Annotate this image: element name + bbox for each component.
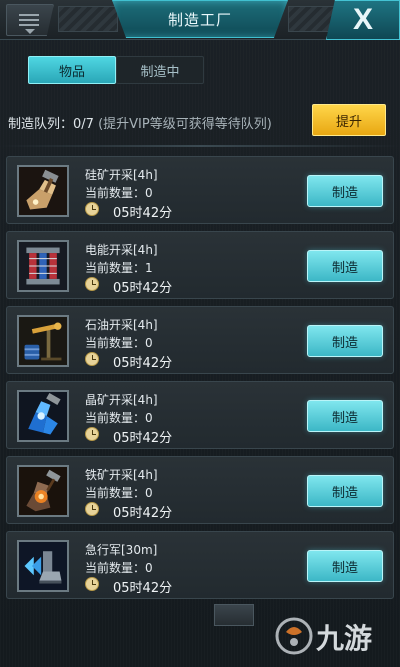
make-button-label: 制造 [331, 185, 358, 201]
upgrade-label: 提升 [335, 114, 362, 130]
item-quantity: 当前数量：0 [85, 336, 153, 350]
make-button-label: 制造 [331, 260, 358, 276]
crystal-ore-icon [17, 390, 69, 442]
make-button-label: 制造 [331, 485, 358, 501]
item-name: 电能开采[4h] [85, 243, 158, 257]
queue-label: 制造队列： [8, 117, 74, 132]
tab-producing[interactable]: 制造中 [116, 56, 204, 84]
make-button[interactable]: 制造 [307, 475, 383, 507]
queue-note: (提升VIP等级可获得等待队列) [98, 117, 272, 132]
clock-icon [85, 277, 99, 291]
item-name: 铁矿开采[4h] [85, 468, 158, 482]
page-title: 制造工厂 [167, 10, 232, 29]
item-name: 急行军[30m] [85, 543, 158, 557]
list-item: 电能开采[4h] 当前数量：1 05时42分 制造 [6, 231, 394, 299]
item-quantity: 当前数量：0 [85, 411, 153, 425]
list-item: 石油开采[4h] 当前数量：0 05时42分 制造 [6, 306, 394, 374]
item-quantity: 当前数量：0 [85, 561, 153, 575]
clock-icon [85, 427, 99, 441]
close-icon: X [352, 3, 373, 36]
oil-pump-icon [17, 315, 69, 367]
watermark-logo: 九游 [272, 612, 394, 660]
item-name: 石油开采[4h] [85, 318, 158, 332]
clock-icon [85, 577, 99, 591]
list-item: 铁矿开采[4h] 当前数量：0 05时42分 制造 [6, 456, 394, 524]
make-button-label: 制造 [331, 410, 358, 426]
list-item: 硅矿开采[4h] 当前数量：0 05时42分 制造 [6, 156, 394, 224]
queue-status: 制造队列：0/7 (提升VIP等级可获得等待队列) [8, 113, 308, 133]
header-decoration [58, 6, 118, 32]
electric-coil-icon [17, 240, 69, 292]
item-time: 05时42分 [113, 356, 173, 371]
item-quantity: 当前数量：0 [85, 186, 153, 200]
item-quantity: 当前数量：0 [85, 486, 153, 500]
make-button[interactable]: 制造 [307, 550, 383, 582]
item-time: 05时42分 [113, 431, 173, 446]
make-button[interactable]: 制造 [307, 325, 383, 357]
tab-items-label: 物品 [58, 64, 85, 80]
upgrade-button[interactable]: 提升 [312, 104, 386, 136]
speed-boots-icon [17, 540, 69, 592]
item-name: 晶矿开采[4h] [85, 393, 158, 407]
svg-text:九游: 九游 [316, 622, 372, 655]
menu-icon [19, 14, 39, 16]
title-plate: 制造工厂 [112, 0, 288, 38]
close-button[interactable]: X [326, 0, 400, 40]
menu-icon-line [19, 24, 39, 26]
item-quantity: 当前数量：1 [85, 261, 153, 275]
clock-icon [85, 202, 99, 216]
item-time: 05时42分 [113, 506, 173, 521]
item-time: 05时42分 [113, 206, 173, 221]
clock-icon [85, 502, 99, 516]
iron-ore-icon [17, 465, 69, 517]
bottom-partial-button[interactable] [214, 604, 254, 626]
chevron-down-icon [25, 29, 35, 34]
tab-producing-label: 制造中 [140, 64, 180, 80]
menu-button[interactable] [6, 4, 54, 36]
silicon-ore-icon [17, 165, 69, 217]
make-button-label: 制造 [331, 560, 358, 576]
queue-count: 0/7 [73, 117, 94, 132]
menu-icon-line [19, 19, 39, 21]
make-button[interactable]: 制造 [307, 175, 383, 207]
tab-items[interactable]: 物品 [28, 56, 116, 84]
make-button[interactable]: 制造 [307, 250, 383, 282]
divider [0, 145, 400, 147]
list-item: 晶矿开采[4h] 当前数量：0 05时42分 制造 [6, 381, 394, 449]
list-item: 急行军[30m] 当前数量：0 05时42分 制造 [6, 531, 394, 599]
make-button-label: 制造 [331, 335, 358, 351]
item-time: 05时42分 [113, 581, 173, 596]
item-time: 05时42分 [113, 281, 173, 296]
header-bar: 制造工厂 X [0, 0, 400, 40]
item-name: 硅矿开采[4h] [85, 168, 158, 182]
make-button[interactable]: 制造 [307, 400, 383, 432]
clock-icon [85, 352, 99, 366]
